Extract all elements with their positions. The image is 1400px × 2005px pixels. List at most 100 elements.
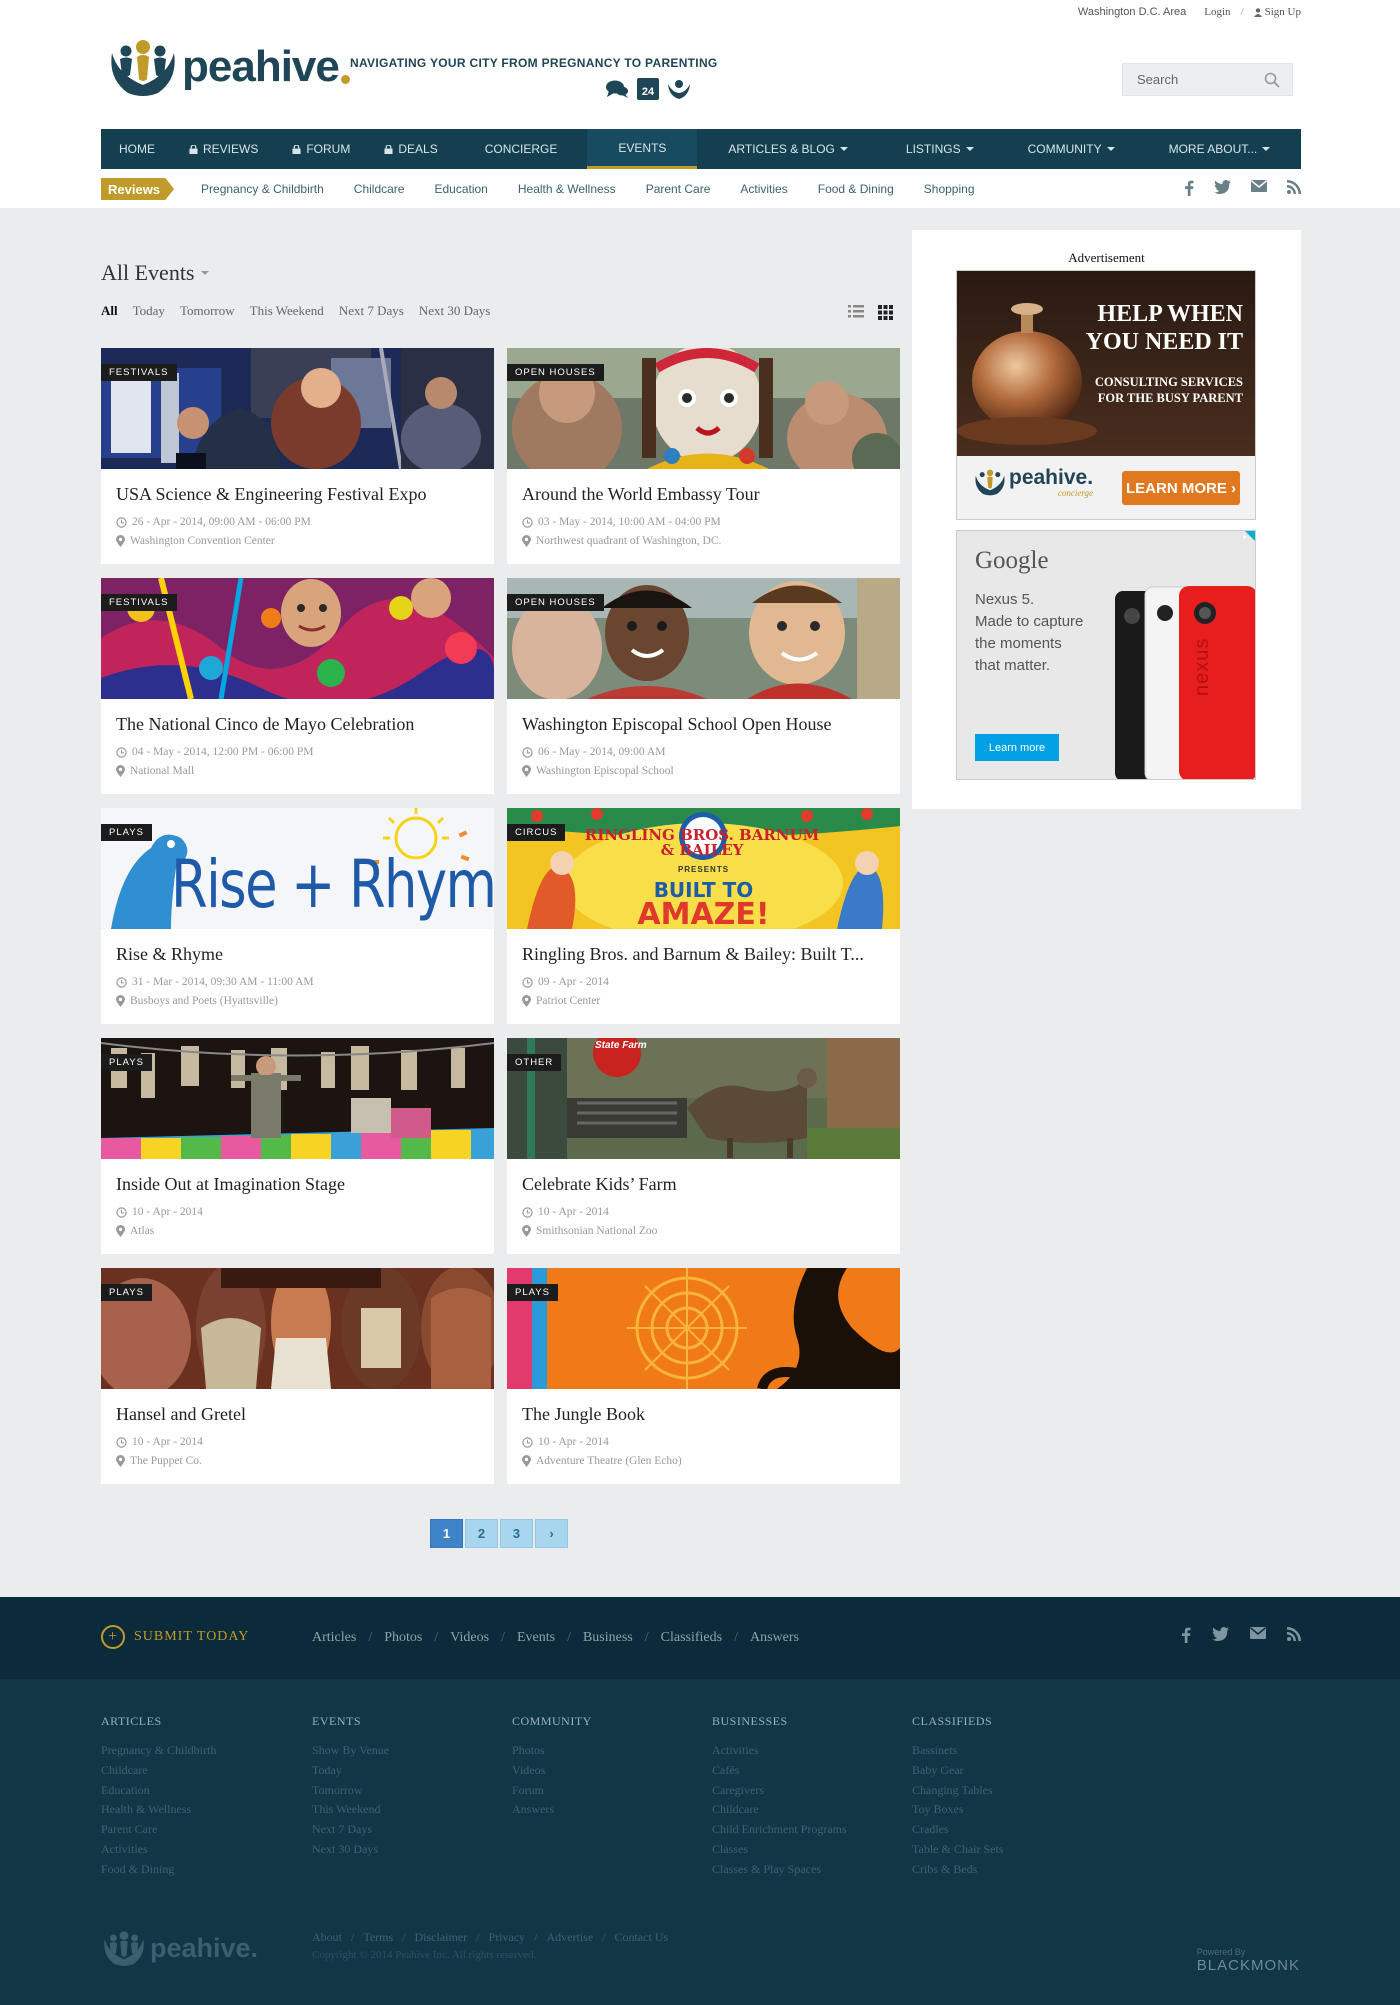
event-image[interactable]: State Farm xyxy=(507,1038,900,1159)
event-title[interactable]: Ringling Bros. and Barnum & Bailey: Buil… xyxy=(522,944,892,965)
concierge-ad[interactable]: HELP WHEN YOU NEED IT CONSULTING SERVICE… xyxy=(956,270,1256,520)
nav-articles-blog[interactable]: ARTICLES & BLOG xyxy=(697,129,878,169)
login-link[interactable]: Login xyxy=(1204,6,1230,18)
subnav-shopping[interactable]: Shopping xyxy=(924,182,975,196)
footer-col-link[interactable]: Classes & Play Spaces xyxy=(712,1860,847,1880)
signup-link[interactable]: Sign Up xyxy=(1253,6,1301,18)
footer-col-link[interactable]: Videos xyxy=(512,1761,592,1781)
footer-terms-link[interactable]: Terms xyxy=(363,1930,393,1945)
event-title[interactable]: USA Science & Engineering Festival Expo xyxy=(116,484,486,505)
event-category-tag[interactable]: CIRCUS xyxy=(507,824,566,841)
event-category-tag[interactable]: PLAYS xyxy=(101,1054,152,1071)
ad1-learn-more-button[interactable]: LEARN MORE › xyxy=(1122,471,1240,505)
footer-col-link[interactable]: Photos xyxy=(512,1741,592,1761)
page-3-button[interactable]: 3 xyxy=(500,1519,533,1548)
event-title[interactable]: Washington Episcopal School Open House xyxy=(522,714,892,735)
search-box[interactable]: Search xyxy=(1122,63,1293,96)
subnav-health[interactable]: Health & Wellness xyxy=(518,182,616,196)
powered-by[interactable]: Powered By BLACKMONK xyxy=(1197,1947,1300,1974)
event-title[interactable]: The Jungle Book xyxy=(522,1404,892,1425)
submit-today-button[interactable]: + SUBMIT TODAY xyxy=(101,1625,249,1649)
ad2-learn-more-button[interactable]: Learn more xyxy=(975,734,1059,761)
filter-next-7-days[interactable]: Next 7 Days xyxy=(339,303,404,319)
footer-contact-link[interactable]: Contact Us xyxy=(615,1930,669,1945)
event-category-tag[interactable]: OPEN HOUSES xyxy=(507,364,604,381)
event-card[interactable]: State Farm OTHER Celebrate Kids’ Farm 10… xyxy=(507,1038,900,1254)
event-category-tag[interactable]: PLAYS xyxy=(101,1284,152,1301)
footer-col-link[interactable]: Bassinets xyxy=(912,1741,1003,1761)
nexus-ad[interactable]: ▸ Google Nexus 5. Made to capture the mo… xyxy=(956,530,1256,780)
subnav-parent-care[interactable]: Parent Care xyxy=(646,182,711,196)
rss-icon[interactable] xyxy=(1287,1627,1301,1641)
footer-col-link[interactable]: Caregivers xyxy=(712,1781,847,1801)
site-logo[interactable]: peahive xyxy=(106,35,350,99)
event-card[interactable]: PLAYS Hansel and Gretel 10 - Apr - 2014 … xyxy=(101,1268,494,1484)
footer-col-link[interactable]: Pregnancy & Childbirth xyxy=(101,1741,216,1761)
footer-about-link[interactable]: About xyxy=(312,1930,342,1945)
event-card[interactable]: FESTIVALS The National Cinco de Mayo Cel… xyxy=(101,578,494,794)
nav-community[interactable]: COMMUNITY xyxy=(1001,129,1142,169)
event-category-tag[interactable]: OTHER xyxy=(507,1054,562,1071)
event-category-tag[interactable]: FESTIVALS xyxy=(101,364,177,381)
footer-disclaimer-link[interactable]: Disclaimer xyxy=(415,1930,468,1945)
event-card[interactable]: PLAYS The Jungle Book 10 - Apr - 2014 Ad… xyxy=(507,1268,900,1484)
event-card[interactable]: OPEN HOUSES Around the World Embassy Tou… xyxy=(507,348,900,564)
event-title[interactable]: Celebrate Kids’ Farm xyxy=(522,1174,892,1195)
email-icon[interactable] xyxy=(1251,180,1267,192)
footer-col-link[interactable]: Activities xyxy=(712,1741,847,1761)
page-1-button[interactable]: 1 xyxy=(430,1519,463,1548)
nav-forum[interactable]: FORUM xyxy=(275,129,367,169)
event-card[interactable]: RINGLING BROS. BARNUM & BAILEY PRESENTS … xyxy=(507,808,900,1024)
footer-col-link[interactable]: Answers xyxy=(512,1800,592,1820)
event-category-tag[interactable]: PLAYS xyxy=(101,824,152,841)
footer-col-link[interactable]: Child Enrichment Programs xyxy=(712,1820,847,1840)
event-category-tag[interactable]: PLAYS xyxy=(507,1284,558,1301)
footer-col-link[interactable]: Tomorrow xyxy=(312,1781,389,1801)
footer-col-link[interactable]: This Weekend xyxy=(312,1800,389,1820)
event-title[interactable]: The National Cinco de Mayo Celebration xyxy=(116,714,486,735)
footer-col-link[interactable]: Show By Venue xyxy=(312,1741,389,1761)
footer-col-link[interactable]: Food & Dining xyxy=(101,1860,216,1880)
footer-logo[interactable]: peahive. xyxy=(101,1928,258,1968)
subnav-pregnancy[interactable]: Pregnancy & Childbirth xyxy=(201,182,324,196)
nav-more-about[interactable]: MORE ABOUT... xyxy=(1142,129,1287,169)
search-input[interactable]: Search xyxy=(1137,72,1178,87)
event-title[interactable]: Around the World Embassy Tour xyxy=(522,484,892,505)
subnav-education[interactable]: Education xyxy=(434,182,487,196)
event-category-tag[interactable]: FESTIVALS xyxy=(101,594,177,611)
next-page-button[interactable]: › xyxy=(535,1519,568,1548)
nav-events[interactable]: EVENTS xyxy=(587,129,698,169)
filter-next-30-days[interactable]: Next 30 Days xyxy=(419,303,491,319)
facebook-icon[interactable] xyxy=(1184,180,1194,196)
nav-concierge[interactable]: CONCIERGE xyxy=(455,129,588,169)
event-title[interactable]: Inside Out at Imagination Stage xyxy=(116,1174,486,1195)
footer-col-link[interactable]: Toy Boxes xyxy=(912,1800,1003,1820)
filter-this-weekend[interactable]: This Weekend xyxy=(250,303,324,319)
event-card[interactable]: OPEN HOUSES Washington Episcopal School … xyxy=(507,578,900,794)
footer-col-link[interactable]: Childcare xyxy=(101,1761,216,1781)
events-heading[interactable]: All Events xyxy=(101,260,209,286)
footer-col-link[interactable]: Parent Care xyxy=(101,1820,216,1840)
event-title[interactable]: Rise & Rhyme xyxy=(116,944,486,965)
footer-col-link[interactable]: Activities xyxy=(101,1840,216,1860)
footer-privacy-link[interactable]: Privacy xyxy=(489,1930,526,1945)
list-view-icon[interactable] xyxy=(848,305,864,318)
footer-col-link[interactable]: Education xyxy=(101,1781,216,1801)
event-card[interactable]: Rise + Rhyme PLAYS Rise & Rhyme 31 - Mar… xyxy=(101,808,494,1024)
footer-col-link[interactable]: Next 30 Days xyxy=(312,1840,389,1860)
event-image[interactable]: RINGLING BROS. BARNUM & BAILEY PRESENTS … xyxy=(507,808,900,929)
filter-today[interactable]: Today xyxy=(133,303,165,319)
footer-advertise-link[interactable]: Advertise xyxy=(547,1930,594,1945)
filter-tomorrow[interactable]: Tomorrow xyxy=(180,303,235,319)
filter-all[interactable]: All xyxy=(101,303,118,319)
footer-col-link[interactable]: Classes xyxy=(712,1840,847,1860)
footer-col-link[interactable]: Baby Gear xyxy=(912,1761,1003,1781)
footer-col-link[interactable]: Cradles xyxy=(912,1820,1003,1840)
footer-col-link[interactable]: Cribs & Beds xyxy=(912,1860,1003,1880)
twitter-icon[interactable] xyxy=(1212,1627,1229,1641)
subnav-childcare[interactable]: Childcare xyxy=(354,182,405,196)
subnav-food-dining[interactable]: Food & Dining xyxy=(818,182,894,196)
event-image[interactable] xyxy=(507,1268,900,1389)
footer-col-link[interactable]: Today xyxy=(312,1761,389,1781)
footer-link-photos[interactable]: Photos xyxy=(384,1630,422,1646)
